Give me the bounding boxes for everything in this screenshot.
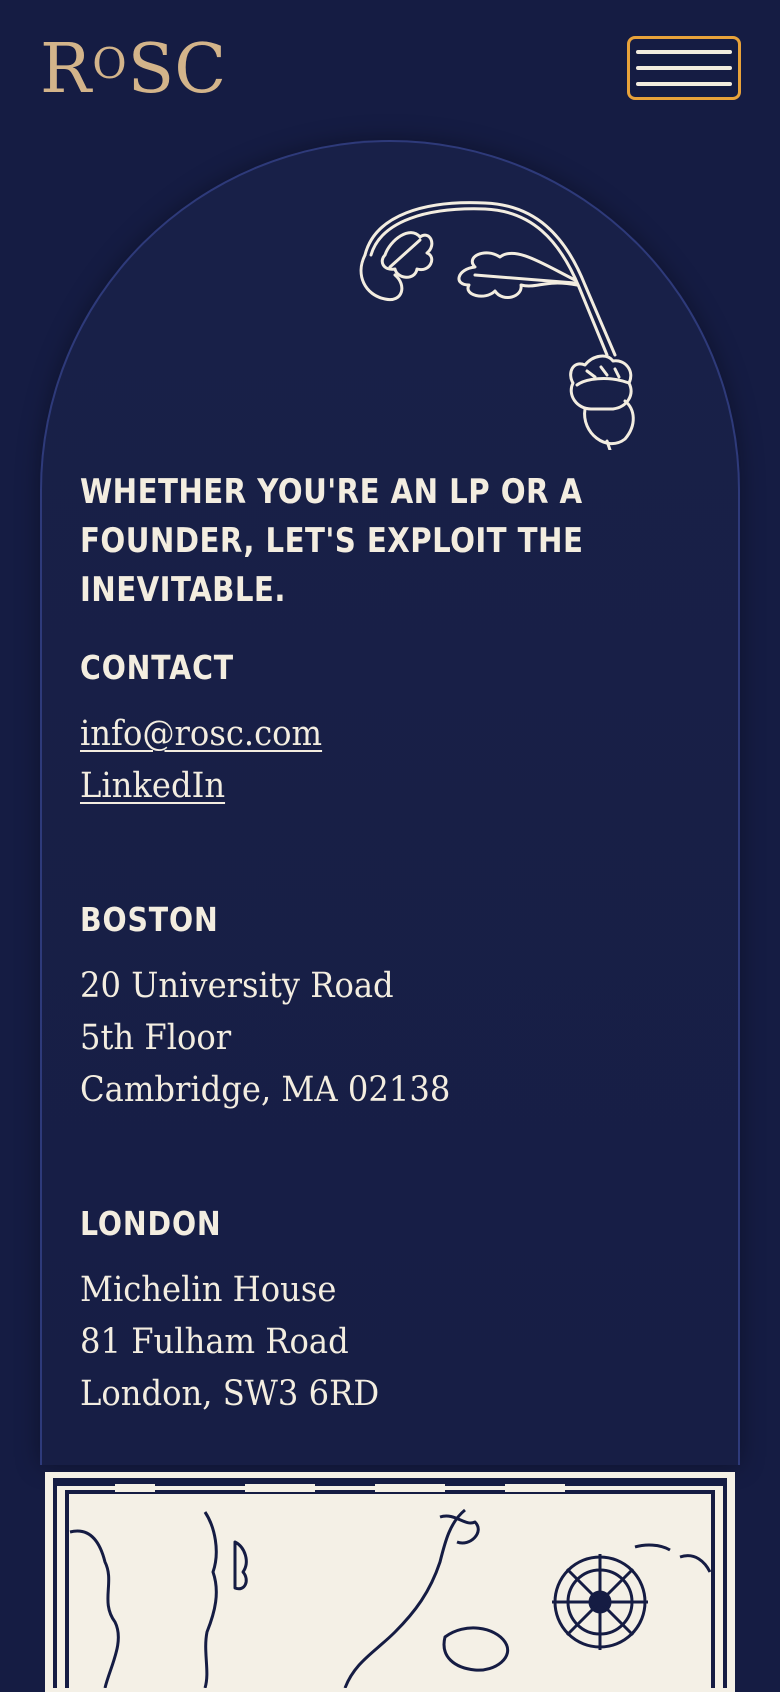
boston-address-line: Cambridge, MA 02138 xyxy=(80,1070,451,1110)
hamburger-menu-button[interactable] xyxy=(627,36,741,100)
email-link[interactable]: info@rosc.com xyxy=(80,708,322,760)
london-heading: LONDON xyxy=(80,1204,222,1243)
menu-bar-middle xyxy=(636,66,732,70)
hamburger-menu-icon xyxy=(636,50,732,54)
london-address-line: London, SW3 6RD xyxy=(80,1374,380,1414)
london-address-line: 81 Fulham Road xyxy=(80,1322,349,1362)
logo-letters-sc: SC xyxy=(127,30,227,109)
logo[interactable]: R O SC xyxy=(40,30,226,110)
logo-letter-r: R xyxy=(40,30,92,109)
logo-letter-o: O xyxy=(92,39,127,88)
compass-rose-icon xyxy=(552,1554,648,1650)
contact-heading: CONTACT xyxy=(80,648,235,687)
boston-address-line: 20 University Road xyxy=(80,966,394,1006)
linkedin-link[interactable]: LinkedIn xyxy=(80,760,322,812)
london-address-line: Michelin House xyxy=(80,1270,337,1310)
boston-heading: BOSTON xyxy=(80,900,219,939)
boston-address: 20 University Road 5th Floor Cambridge, … xyxy=(80,960,450,1116)
contact-links: info@rosc.com LinkedIn xyxy=(80,708,322,812)
london-address: Michelin House 81 Fulham Road London, SW… xyxy=(80,1264,379,1420)
tagline: WHETHER YOU'RE AN LP OR A FOUNDER, LET'S… xyxy=(80,472,584,610)
boston-address-line: 5th Floor xyxy=(80,1018,232,1058)
menu-bar-bottom xyxy=(636,82,732,86)
acorn-illustration-icon xyxy=(359,201,635,450)
map-illustration-icon xyxy=(45,1472,735,1692)
